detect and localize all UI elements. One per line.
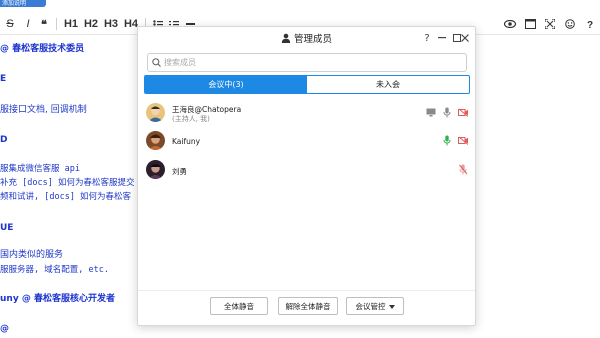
member-search-input[interactable] — [164, 58, 454, 67]
editor-line: 服集成微信客服 api — [0, 164, 80, 174]
fullscreen-icon[interactable] — [540, 14, 560, 34]
dialog-footer: 全体静音 解除全体静音 会议管控 — [138, 297, 475, 315]
close-icon[interactable] — [458, 31, 472, 45]
markdown-editor[interactable]: @ 春松客服技术委员 E 服接口文档, 回调机制 D 服集成微信客服 api 补… — [0, 36, 140, 338]
camera-off-icon[interactable] — [458, 134, 468, 146]
editor-line: 服接口文档, 回调机制 — [0, 105, 87, 115]
member-role: (主持人, 我) — [172, 115, 210, 123]
mute-all-button[interactable]: 全体静音 — [210, 297, 268, 315]
help-icon[interactable]: ? — [420, 31, 434, 45]
editor-line: 频和试讲, [docs] 如何为春松客 — [0, 192, 132, 202]
tab-in-meeting[interactable]: 会议中(3) — [145, 76, 307, 93]
toolbar-divider — [56, 18, 57, 30]
microphone-icon[interactable] — [442, 106, 452, 118]
avatar — [146, 160, 165, 179]
split-view-icon[interactable] — [520, 14, 540, 34]
editor-line: 服服务器, 域名配置, etc. — [0, 265, 109, 275]
editor-line: uny @ 春松客服核心开发者 — [0, 294, 115, 304]
quote-button[interactable]: ❝ — [36, 14, 52, 34]
search-icon — [148, 54, 164, 71]
microphone-active-icon[interactable] — [442, 134, 452, 146]
svg-text:?: ? — [587, 20, 593, 29]
minimize-icon[interactable] — [435, 31, 449, 45]
editor-line: 国内类似的服务 — [0, 250, 64, 260]
editor-line: E — [0, 74, 7, 84]
editor-right-tools: ? — [500, 14, 600, 34]
member-status-icons — [442, 133, 468, 147]
editor-line: D — [0, 135, 8, 145]
member-name: Kaifuny — [172, 137, 201, 146]
editor-line: UE — [0, 223, 14, 233]
help-icon[interactable]: ? — [580, 14, 600, 34]
meeting-control-dropdown[interactable]: 会议管控 — [346, 297, 404, 315]
emoji-icon[interactable] — [560, 14, 580, 34]
screen-share-icon[interactable] — [426, 106, 436, 118]
manage-members-dialog: 管理成员 ? 会议中(3) 未入会 王海良@Chatopera (主持人, 我) — [137, 26, 476, 326]
member-status-icons — [458, 162, 468, 176]
member-tabs: 会议中(3) 未入会 — [144, 75, 470, 94]
tab-not-joined[interactable]: 未入会 — [307, 76, 469, 93]
editor-line: @ 春松客服技术委员 — [0, 44, 85, 54]
unmute-all-button[interactable]: 解除全体静音 — [278, 297, 338, 315]
avatar — [146, 103, 165, 122]
meeting-control-label: 会议管控 — [355, 301, 386, 311]
h1-button[interactable]: H1 — [61, 14, 81, 34]
editor-line: 补充 [docs] 如何为春松客服提交 — [0, 178, 135, 188]
dialog-footer-divider — [138, 290, 475, 291]
editor-top-chip[interactable]: 添加说明 — [0, 0, 46, 7]
avatar — [146, 131, 165, 150]
member-name: 刘勇 — [172, 167, 187, 176]
chevron-down-icon — [388, 302, 395, 311]
member-search-box[interactable] — [147, 53, 467, 72]
member-row[interactable]: Kaifuny — [146, 131, 468, 153]
person-icon — [281, 33, 291, 43]
dialog-title: 管理成员 — [293, 34, 332, 45]
h3-button[interactable]: H3 — [101, 14, 121, 34]
member-row[interactable]: 刘勇 — [146, 160, 468, 182]
member-row[interactable]: 王海良@Chatopera (主持人, 我) — [146, 103, 468, 125]
h2-button[interactable]: H2 — [81, 14, 101, 34]
member-status-icons — [426, 105, 468, 119]
camera-off-icon[interactable] — [458, 106, 468, 118]
strikethrough-button[interactable]: S — [0, 14, 20, 34]
preview-eye-icon[interactable] — [500, 14, 520, 34]
microphone-muted-icon[interactable] — [458, 163, 468, 175]
editor-line: @ — [0, 324, 9, 334]
italic-button[interactable]: I — [20, 14, 36, 34]
